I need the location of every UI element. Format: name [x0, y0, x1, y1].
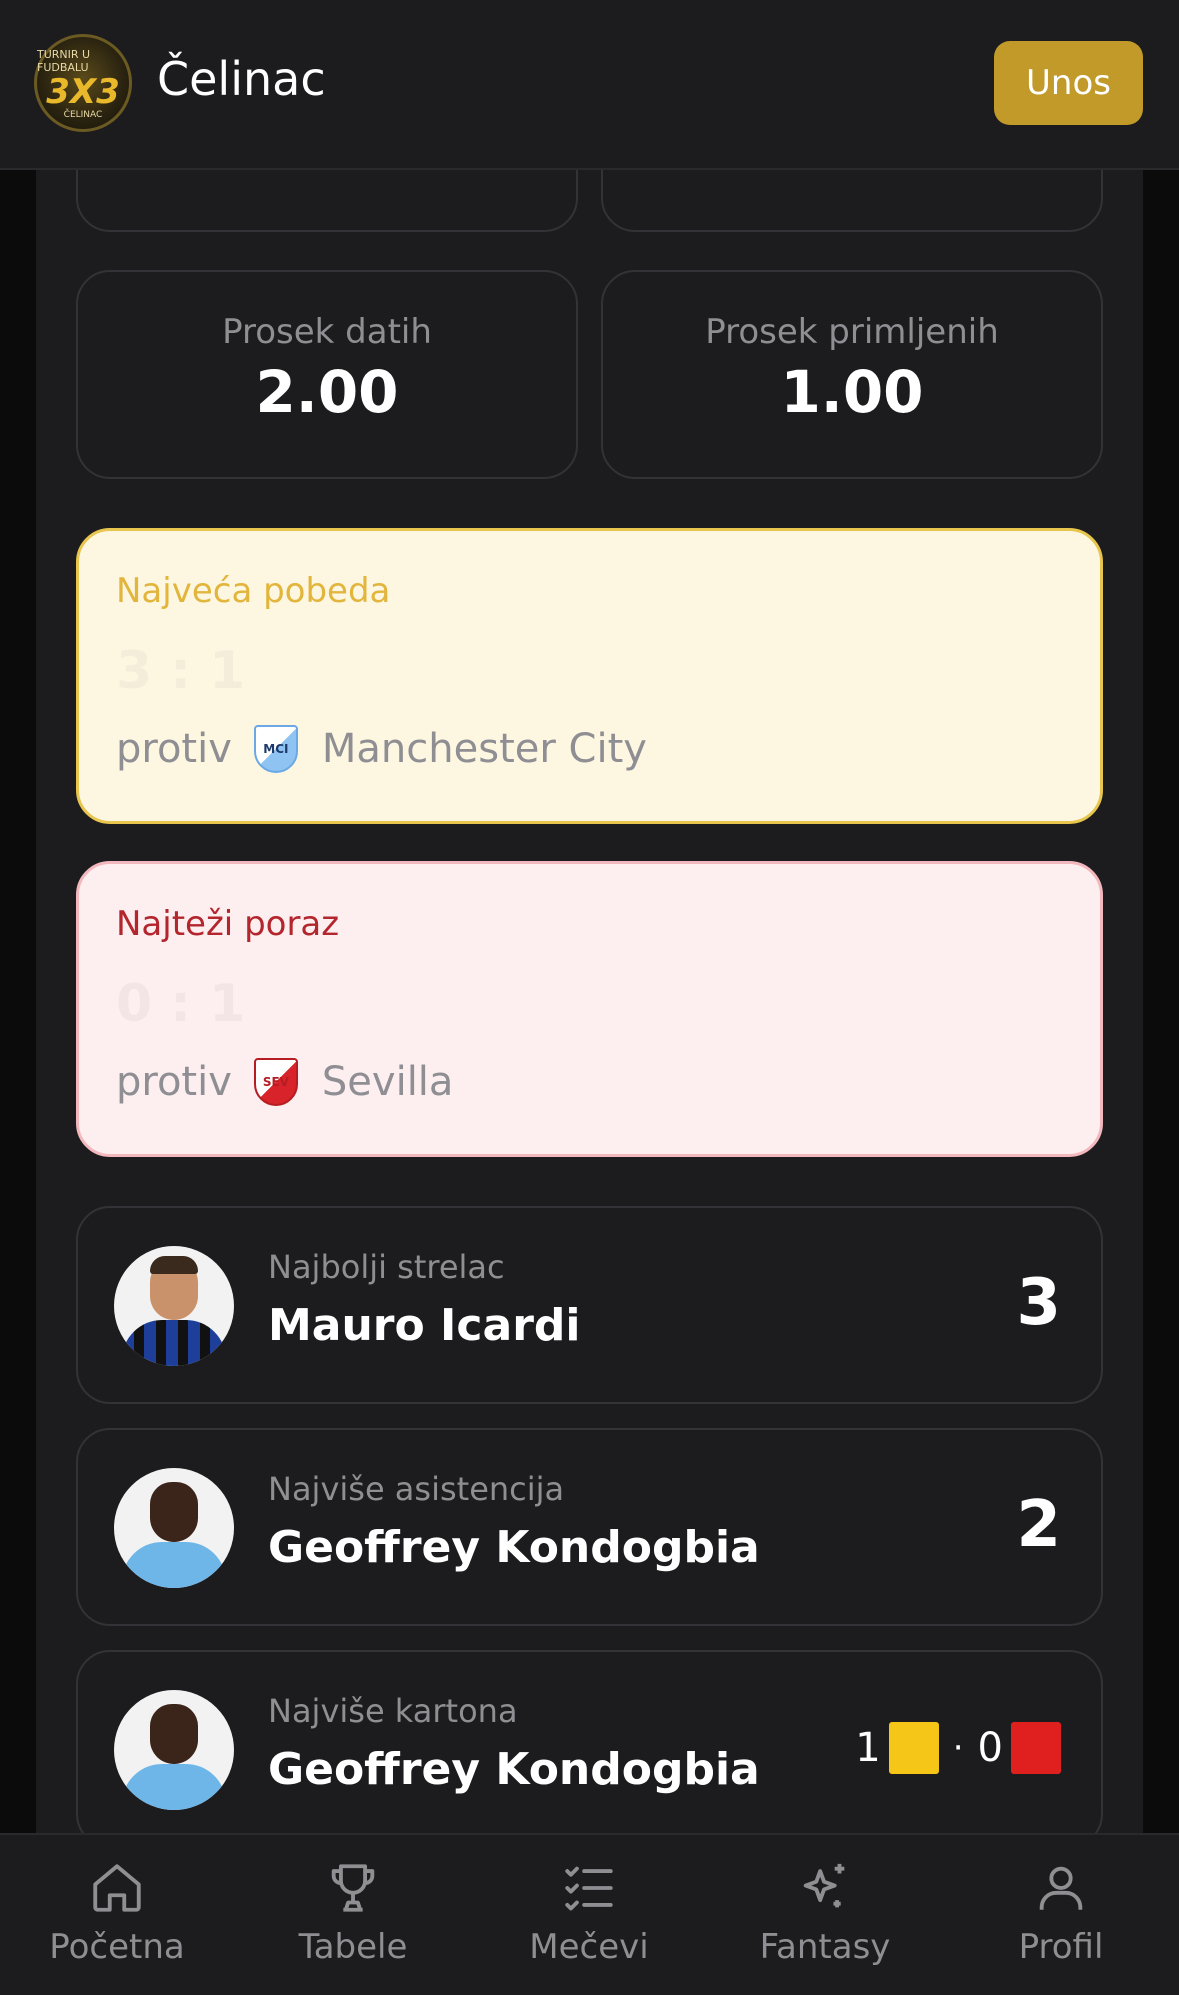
- tab-label: Mečevi: [529, 1927, 649, 1967]
- bottom-tab-bar: Početna Tabele Mečevi Fantasy Profil: [0, 1833, 1179, 1995]
- club-badge-icon: MCI: [253, 725, 298, 773]
- checklist-icon: [565, 1866, 613, 1911]
- yellow-card-count: 1: [855, 1725, 881, 1771]
- avg-conceded-value: 1.00: [780, 358, 924, 426]
- tournament-logo[interactable]: TURNIR U FUDBALU 3X3 ČELINAC: [34, 34, 132, 132]
- against-label: protiv: [116, 1059, 232, 1105]
- top-app-bar: TURNIR U FUDBALU 3X3 ČELINAC Čelinac Uno…: [0, 0, 1179, 170]
- top-assists-name: Geoffrey Kondogbia: [268, 1522, 760, 1573]
- player-avatar: [114, 1468, 234, 1588]
- top-scorer-label: Najbolji strelac: [268, 1248, 505, 1286]
- top-scorer-goals: 3: [1016, 1266, 1061, 1340]
- logo-bottom-text: ČELINAC: [63, 110, 103, 120]
- tab-label: Profil: [1018, 1927, 1104, 1967]
- avg-scored-label: Prosek datih: [222, 312, 432, 352]
- tab-label: Početna: [49, 1927, 185, 1967]
- worst-loss-title: Najteži poraz: [116, 904, 340, 944]
- most-cards-card[interactable]: Najviše kartona Geoffrey Kondogbia 1 · 0: [76, 1650, 1103, 1833]
- top-scorer-name: Mauro Icardi: [268, 1300, 581, 1351]
- logo-top-text: TURNIR U FUDBALU: [37, 48, 91, 74]
- page-title: Čelinac: [157, 52, 326, 106]
- player-avatar: [114, 1246, 234, 1366]
- biggest-win-title: Najveća pobeda: [116, 571, 391, 611]
- cards-count: 1 · 0: [855, 1722, 1061, 1774]
- against-label: protiv: [116, 726, 232, 772]
- tab-tabele[interactable]: Tabele: [253, 1859, 453, 1967]
- red-card-icon: [1011, 1722, 1061, 1774]
- user-icon: [1039, 1866, 1083, 1910]
- tab-pocetna[interactable]: Početna: [17, 1859, 217, 1967]
- biggest-win-score: 3 : 1: [116, 641, 245, 701]
- biggest-win-card[interactable]: Najveća pobeda 3 : 1 protiv MCI Manchest…: [76, 528, 1103, 824]
- club-badge-icon: SEV: [253, 1058, 298, 1106]
- logo-main-text: 3X3: [46, 72, 120, 112]
- tab-label: Fantasy: [759, 1927, 891, 1967]
- player-avatar: [114, 1690, 234, 1810]
- worst-loss-score: 0 : 1: [116, 974, 245, 1034]
- trophy-icon: [331, 1864, 375, 1912]
- worst-loss-opponent-row: protiv SEV Sevilla: [116, 1058, 453, 1106]
- tab-label: Tabele: [298, 1927, 408, 1967]
- team-stats-content[interactable]: 0 1 Prosek datih 2.00 Prosek primljenih …: [36, 170, 1143, 1833]
- top-scorer-card[interactable]: Najbolji strelac Mauro Icardi 3: [76, 1206, 1103, 1404]
- avg-conceded-card: Prosek primljenih 1.00: [601, 270, 1103, 479]
- yellow-card-icon: [888, 1722, 939, 1774]
- top-assists-label: Najviše asistencija: [268, 1470, 565, 1508]
- avg-scored-card: Prosek datih 2.00: [76, 270, 578, 479]
- most-cards-label: Najviše kartona: [268, 1692, 518, 1730]
- stat-card-top-right: 1: [601, 170, 1103, 232]
- avg-conceded-label: Prosek primljenih: [705, 312, 999, 352]
- tab-profil[interactable]: Profil: [961, 1859, 1161, 1967]
- most-cards-name: Geoffrey Kondogbia: [268, 1744, 760, 1795]
- separator: ·: [952, 1728, 964, 1768]
- opponent-name: Manchester City: [321, 726, 647, 772]
- sparkles-icon: [803, 1863, 845, 1908]
- worst-loss-card[interactable]: Najteži poraz 0 : 1 protiv SEV Sevilla: [76, 861, 1103, 1157]
- top-assists-card[interactable]: Najviše asistencija Geoffrey Kondogbia 2: [76, 1428, 1103, 1626]
- unos-button[interactable]: Unos: [994, 41, 1143, 125]
- avg-scored-value: 2.00: [255, 358, 399, 426]
- opponent-name: Sevilla: [321, 1059, 454, 1105]
- top-assists-count: 2: [1016, 1488, 1061, 1562]
- tab-fantasy[interactable]: Fantasy: [725, 1859, 925, 1967]
- biggest-win-opponent-row: protiv MCI Manchester City: [116, 725, 647, 773]
- stat-card-top-left: 0: [76, 170, 578, 232]
- red-card-count: 0: [977, 1725, 1003, 1771]
- tab-mecevi[interactable]: Mečevi: [489, 1859, 689, 1967]
- home-icon: [93, 1864, 141, 1912]
